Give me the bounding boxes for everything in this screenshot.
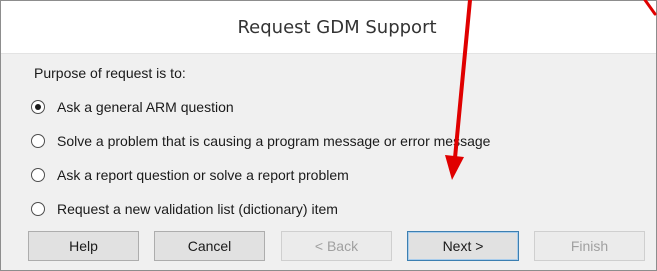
radio-label: Solve a problem that is causing a progra… — [57, 133, 491, 149]
radio-label: Request a new validation list (dictionar… — [57, 201, 338, 217]
purpose-radio-group: Ask a general ARM question Solve a probl… — [31, 90, 490, 226]
purpose-label: Purpose of request is to: — [34, 65, 186, 81]
request-gdm-support-dialog: Request GDM Support Purpose of request i… — [0, 0, 657, 271]
back-button[interactable]: < Back — [281, 231, 392, 261]
radio-dot — [35, 104, 41, 110]
next-button[interactable]: Next > — [407, 231, 519, 261]
radio-option-report-question[interactable]: Ask a report question or solve a report … — [31, 158, 490, 192]
dialog-title-bar: Request GDM Support — [1, 1, 656, 54]
radio-label: Ask a report question or solve a report … — [57, 167, 349, 183]
radio-button-selected[interactable] — [31, 100, 45, 114]
dialog-title: Request GDM Support — [237, 17, 437, 38]
cancel-button[interactable]: Cancel — [154, 231, 265, 261]
finish-button[interactable]: Finish — [534, 231, 645, 261]
radio-option-validation-list-item[interactable]: Request a new validation list (dictionar… — [31, 192, 490, 226]
radio-option-general-arm-question[interactable]: Ask a general ARM question — [31, 90, 490, 124]
help-button[interactable]: Help — [28, 231, 139, 261]
radio-button[interactable] — [31, 168, 45, 182]
radio-option-solve-program-problem[interactable]: Solve a problem that is causing a progra… — [31, 124, 490, 158]
radio-button[interactable] — [31, 134, 45, 148]
radio-label: Ask a general ARM question — [57, 99, 234, 115]
radio-button[interactable] — [31, 202, 45, 216]
